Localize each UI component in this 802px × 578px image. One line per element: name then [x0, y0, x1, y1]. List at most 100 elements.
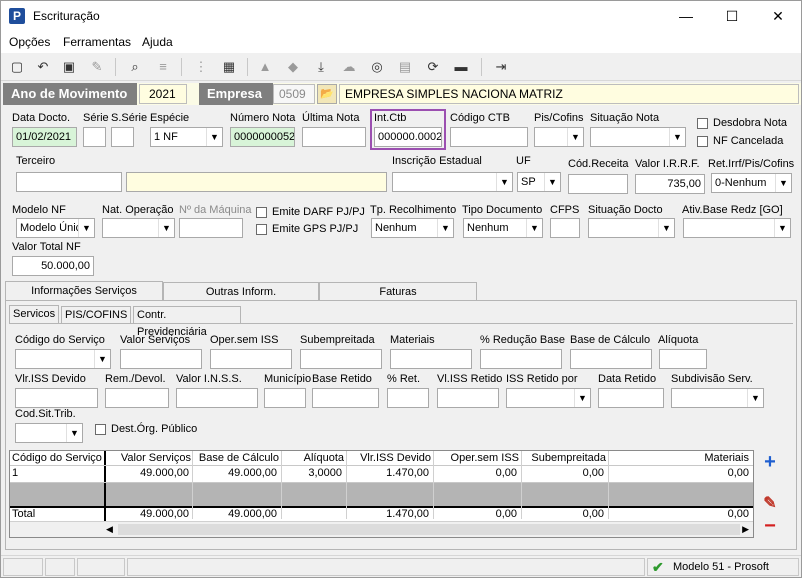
- grid-cell[interactable]: 1: [12, 467, 18, 479]
- materiais-input[interactable]: [390, 349, 472, 369]
- grid-header-materiais[interactable]: Materiais: [704, 452, 749, 464]
- modelo-nf-select[interactable]: Modelo Únic ▼: [16, 218, 95, 238]
- tab-informacoes-servicos[interactable]: Informações Serviços: [5, 281, 163, 301]
- edit-row-icon[interactable]: ✎: [759, 494, 781, 516]
- grid-header-subempreitada[interactable]: Subempreitada: [531, 452, 606, 464]
- undo-icon[interactable]: ↶: [33, 58, 53, 76]
- terceiro-code-input[interactable]: [16, 172, 122, 192]
- download-icon[interactable]: ⤓: [311, 58, 331, 76]
- menu-ajuda[interactable]: Ajuda: [142, 35, 173, 49]
- grid-cell[interactable]: 0,00: [728, 467, 749, 479]
- cod-receita-input[interactable]: [568, 174, 628, 194]
- vlr-iss-devido-input[interactable]: [15, 388, 98, 408]
- maximize-button[interactable]: ☐: [709, 1, 755, 31]
- nfe-icon[interactable]: ≡: [153, 58, 173, 76]
- grid-cell[interactable]: 1.470,00: [386, 467, 429, 479]
- cfps-input[interactable]: [550, 218, 580, 238]
- grid-horizontal-scrollbar[interactable]: ◀ ▶: [10, 521, 753, 537]
- data-docto-input[interactable]: 01/02/2021: [12, 127, 77, 147]
- empresa-code[interactable]: 0509: [273, 84, 315, 104]
- grid-cell[interactable]: 3,0000: [308, 467, 342, 479]
- grid-header-oper-sem-iss[interactable]: Oper.sem ISS: [451, 452, 519, 464]
- barcode-icon[interactable]: ▬: [451, 58, 471, 76]
- situacao-nota-select[interactable]: ▼: [590, 127, 686, 147]
- perc-reducao-input[interactable]: [480, 349, 562, 369]
- box-icon[interactable]: ▤: [395, 58, 415, 76]
- base-calculo-input[interactable]: [570, 349, 652, 369]
- grid-header-vlr-iss[interactable]: Vlr.ISS Devido: [360, 452, 431, 464]
- rem-devol-input[interactable]: [105, 388, 169, 408]
- codigo-servico-select[interactable]: ▼: [15, 349, 111, 369]
- scroll-thumb[interactable]: [118, 524, 740, 535]
- open-folder-icon[interactable]: 📂: [317, 84, 337, 104]
- new-document-icon[interactable]: ▢: [7, 58, 27, 76]
- cod-sit-trib-select[interactable]: ▼: [15, 423, 83, 443]
- iss-retido-por-select[interactable]: ▼: [506, 388, 591, 408]
- codigo-ctb-input[interactable]: [450, 127, 528, 147]
- add-row-icon[interactable]: +: [759, 452, 781, 474]
- minimize-button[interactable]: —: [663, 1, 709, 31]
- building-icon[interactable]: ▲: [255, 58, 275, 76]
- ultima-nota-input[interactable]: [302, 127, 366, 147]
- grid-header-base[interactable]: Base de Cálculo: [199, 452, 279, 464]
- emite-darf-checkbox[interactable]: [256, 207, 267, 218]
- menu-opcoes[interactable]: Opções: [9, 35, 50, 49]
- cloud-icon[interactable]: ☁: [339, 58, 359, 76]
- data-retido-input[interactable]: [598, 388, 664, 408]
- exit-icon[interactable]: ⇥: [491, 58, 511, 76]
- grid-header-codigo[interactable]: Código do Serviço: [12, 452, 102, 464]
- grid-header-aliquota[interactable]: Alíquota: [304, 452, 344, 464]
- subdivisao-serv-select[interactable]: ▼: [671, 388, 764, 408]
- valor-servicos-input[interactable]: [120, 349, 202, 369]
- valor-inss-input[interactable]: [176, 388, 258, 408]
- subtab-contr-previdenciaria[interactable]: Contr. Previdenciária: [133, 306, 241, 338]
- pis-cofins-select[interactable]: ▼: [534, 127, 584, 147]
- remove-row-icon[interactable]: −: [759, 516, 781, 538]
- scroll-left-icon[interactable]: ◀: [106, 524, 113, 535]
- grid-cell[interactable]: 49.000,00: [140, 467, 189, 479]
- n-maquina-input[interactable]: [179, 218, 243, 238]
- close-button[interactable]: ✕: [755, 1, 801, 31]
- tree-icon[interactable]: ⋮: [191, 58, 211, 76]
- situacao-docto-select[interactable]: ▼: [588, 218, 675, 238]
- ret-irrf-select[interactable]: 0-Nenhum ▼: [711, 173, 792, 193]
- valor-irrf-input[interactable]: 735,00: [635, 174, 705, 194]
- ctb-icon[interactable]: ◎: [367, 58, 387, 76]
- perc-ret-input[interactable]: [387, 388, 429, 408]
- save-icon[interactable]: ▣: [59, 58, 79, 76]
- inscricao-estadual-select[interactable]: ▼: [392, 172, 513, 192]
- aliquota-input[interactable]: [659, 349, 707, 369]
- subtab-servicos[interactable]: Servicos: [9, 305, 59, 323]
- calculator-icon[interactable]: ▦: [219, 58, 239, 76]
- emite-gps-checkbox[interactable]: [256, 224, 267, 235]
- ano-movimento-value[interactable]: 2021: [139, 84, 187, 104]
- numero-nota-input[interactable]: 0000000052: [230, 127, 295, 147]
- grid-header-valor[interactable]: Valor Serviços: [121, 452, 191, 464]
- menu-ferramentas[interactable]: Ferramentas: [63, 35, 131, 49]
- ativ-base-select[interactable]: ▼: [683, 218, 791, 238]
- dest-org-publico-checkbox[interactable]: [95, 424, 106, 435]
- tipo-documento-select[interactable]: Nenhum ▼: [463, 218, 543, 238]
- vl-iss-retido-input[interactable]: [437, 388, 499, 408]
- refresh-icon[interactable]: ⟳: [423, 58, 443, 76]
- municipio-input[interactable]: [264, 388, 306, 408]
- grid-cell[interactable]: 0,00: [583, 467, 604, 479]
- base-retido-input[interactable]: [312, 388, 379, 408]
- oper-sem-iss-input[interactable]: [210, 349, 292, 369]
- desdobra-nota-checkbox[interactable]: [697, 118, 708, 129]
- truck-icon[interactable]: ◆: [283, 58, 303, 76]
- grid-cell[interactable]: 49.000,00: [228, 467, 277, 479]
- eraser-icon[interactable]: ✎: [87, 58, 107, 76]
- scroll-right-icon[interactable]: ▶: [742, 524, 749, 535]
- grid-cell[interactable]: 0,00: [496, 467, 517, 479]
- tab-outras-inform[interactable]: Outras Inform.: [163, 282, 319, 300]
- int-ctb-input[interactable]: 000000.0002: [374, 127, 442, 147]
- subtab-pis-cofins[interactable]: PIS/COFINS: [61, 306, 131, 324]
- subempreitada-input[interactable]: [300, 349, 382, 369]
- print-preview-icon[interactable]: ⌕: [125, 58, 145, 76]
- valor-total-nf-input[interactable]: 50.000,00: [12, 256, 94, 276]
- subserie-input[interactable]: [111, 127, 134, 147]
- tp-recolhimento-select[interactable]: Nenhum ▼: [371, 218, 454, 238]
- especie-select[interactable]: 1 NF ▼: [150, 127, 223, 147]
- serie-input[interactable]: [83, 127, 106, 147]
